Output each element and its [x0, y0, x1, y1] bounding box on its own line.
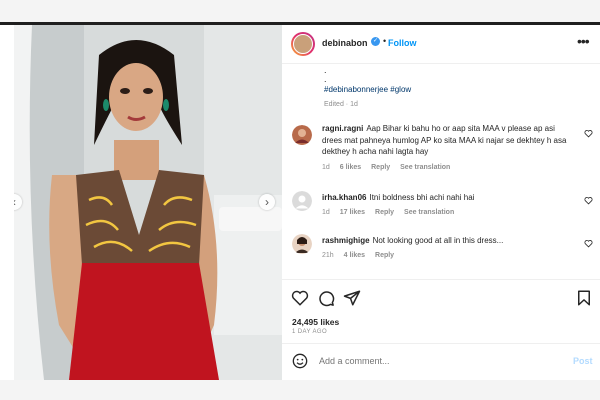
post-timestamp: 1 DAY AGO — [292, 329, 328, 335]
divider — [282, 279, 600, 280]
caption-hashtags[interactable]: #debinabonnerjee #glow — [324, 85, 411, 94]
bookmark-icon[interactable] — [575, 289, 593, 307]
comment-icon[interactable] — [317, 289, 335, 307]
comment-likes[interactable]: 6 likes — [340, 164, 361, 171]
comment-meta: 21h 4 likes Reply — [322, 252, 402, 259]
verified-badge-icon: ✓ — [371, 37, 380, 46]
comment-username[interactable]: ragni.ragni — [322, 124, 363, 133]
default-avatar-icon[interactable] — [292, 191, 312, 211]
comment-username[interactable]: rashmighige — [322, 236, 370, 245]
post-photo — [14, 25, 282, 380]
post-image[interactable]: ‹ › — [14, 25, 282, 380]
profile-photo-icon — [293, 34, 313, 54]
comment-text: ragni.ragni Aap Bihar ki bahu ho or aap s… — [322, 123, 577, 158]
see-translation-button[interactable]: See translation — [404, 209, 454, 216]
heart-icon[interactable] — [584, 129, 593, 138]
more-horizontal-icon[interactable]: ••• — [577, 33, 590, 49]
comment-text: rashmighige Not looking good at all in th… — [322, 235, 577, 247]
comment-meta: 1d 6 likes Reply See translation — [322, 164, 458, 171]
comment-time: 1d — [322, 209, 330, 216]
comment-username[interactable]: irha.khan06 — [322, 193, 366, 202]
comment-time: 21h — [322, 252, 334, 259]
profile-photo-icon[interactable] — [292, 125, 312, 145]
profile-photo-icon[interactable] — [292, 234, 312, 254]
comment-likes[interactable]: 17 likes — [340, 209, 365, 216]
heart-icon[interactable] — [584, 196, 593, 205]
heart-icon[interactable] — [584, 239, 593, 248]
caption-line: . — [324, 74, 327, 84]
reply-button[interactable]: Reply — [371, 164, 390, 171]
post-comment-button[interactable]: Post — [573, 356, 593, 366]
separator-dot: • — [383, 36, 387, 46]
avatar[interactable] — [291, 32, 315, 56]
browser-bottom-strip — [0, 380, 600, 400]
follow-button[interactable]: Follow — [388, 38, 417, 48]
comment-body: Itni boldness bhi achi nahi hai — [369, 193, 475, 202]
edited-label: Edited · 1d — [324, 101, 358, 108]
username[interactable]: debinabon — [322, 38, 368, 48]
chevron-right-icon[interactable]: › — [259, 194, 275, 210]
comment-likes[interactable]: 4 likes — [344, 252, 365, 259]
reply-button[interactable]: Reply — [375, 209, 394, 216]
comment-text: irha.khan06 Itni boldness bhi achi nahi h… — [322, 192, 577, 204]
post-header: debinabon ✓ • Follow ••• — [282, 25, 600, 64]
reply-button[interactable]: Reply — [375, 252, 394, 259]
likes-count[interactable]: 24,495 likes — [292, 317, 339, 327]
comment-meta: 1d 17 likes Reply See translation — [322, 209, 462, 216]
heart-icon[interactable] — [291, 289, 309, 307]
post-details-panel: debinabon ✓ • Follow ••• . . #debinabonn… — [282, 25, 600, 380]
browser-top-strip — [0, 0, 600, 24]
share-icon[interactable] — [343, 289, 361, 307]
divider — [282, 343, 600, 344]
comment-body: Not looking good at all in this dress... — [372, 236, 504, 245]
see-translation-button[interactable]: See translation — [400, 164, 450, 171]
add-comment-input[interactable] — [319, 356, 539, 366]
emoji-icon[interactable] — [292, 353, 308, 369]
comment-time: 1d — [322, 164, 330, 171]
